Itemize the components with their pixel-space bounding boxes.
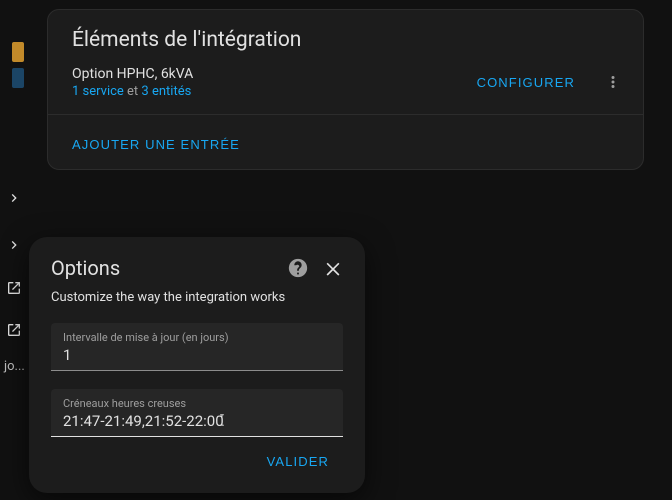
gutter-sliver	[12, 42, 24, 62]
dialog-description: Customize the way the integration works	[51, 290, 343, 305]
help-button[interactable]	[287, 257, 309, 279]
card-title: Éléments de l'intégration	[48, 10, 643, 58]
field-label: Intervalle de mise à jour (en jours)	[63, 332, 331, 343]
entry-subtext: 1 service et 3 entités	[72, 84, 193, 99]
submit-button[interactable]: VALIDER	[253, 444, 343, 479]
entry-overflow-menu[interactable]	[595, 64, 631, 100]
help-circle-icon	[287, 257, 309, 279]
open-external-icon[interactable]	[6, 280, 22, 300]
gutter-sliver	[12, 68, 24, 88]
update-interval-field[interactable]: Intervalle de mise à jour (en jours)	[51, 323, 343, 371]
subtext-separator: et	[124, 84, 142, 99]
offpeak-slots-input[interactable]	[63, 412, 331, 430]
close-icon	[323, 258, 343, 278]
close-button[interactable]	[323, 258, 343, 278]
dots-vertical-icon	[604, 73, 622, 91]
update-interval-input[interactable]	[63, 346, 331, 364]
integration-card: Éléments de l'intégration Option HPHC, 6…	[47, 9, 644, 170]
chevron-right-icon[interactable]	[6, 190, 22, 210]
chevron-right-icon[interactable]	[6, 237, 22, 257]
entry-name: Option HPHC, 6kVA	[72, 66, 193, 82]
dialog-title: Options	[51, 256, 120, 280]
field-label: Créneaux heures creuses	[63, 398, 331, 409]
configure-button[interactable]: CONFIGURER	[463, 65, 589, 100]
offpeak-slots-field[interactable]: Créneaux heures creuses	[51, 389, 343, 437]
entities-link[interactable]: 3 entités	[141, 84, 191, 99]
open-external-icon[interactable]	[6, 322, 22, 342]
left-gutter: jo...	[0, 0, 28, 500]
gutter-truncated-label: jo...	[4, 359, 25, 374]
options-dialog: Options Customize the way the integratio…	[29, 237, 365, 493]
service-link[interactable]: 1 service	[72, 84, 124, 99]
text-cursor-icon	[215, 411, 229, 433]
integration-entry: Option HPHC, 6kVA 1 service et 3 entités…	[48, 58, 643, 100]
add-entry-button[interactable]: AJOUTER UNE ENTRÉE	[72, 127, 254, 162]
